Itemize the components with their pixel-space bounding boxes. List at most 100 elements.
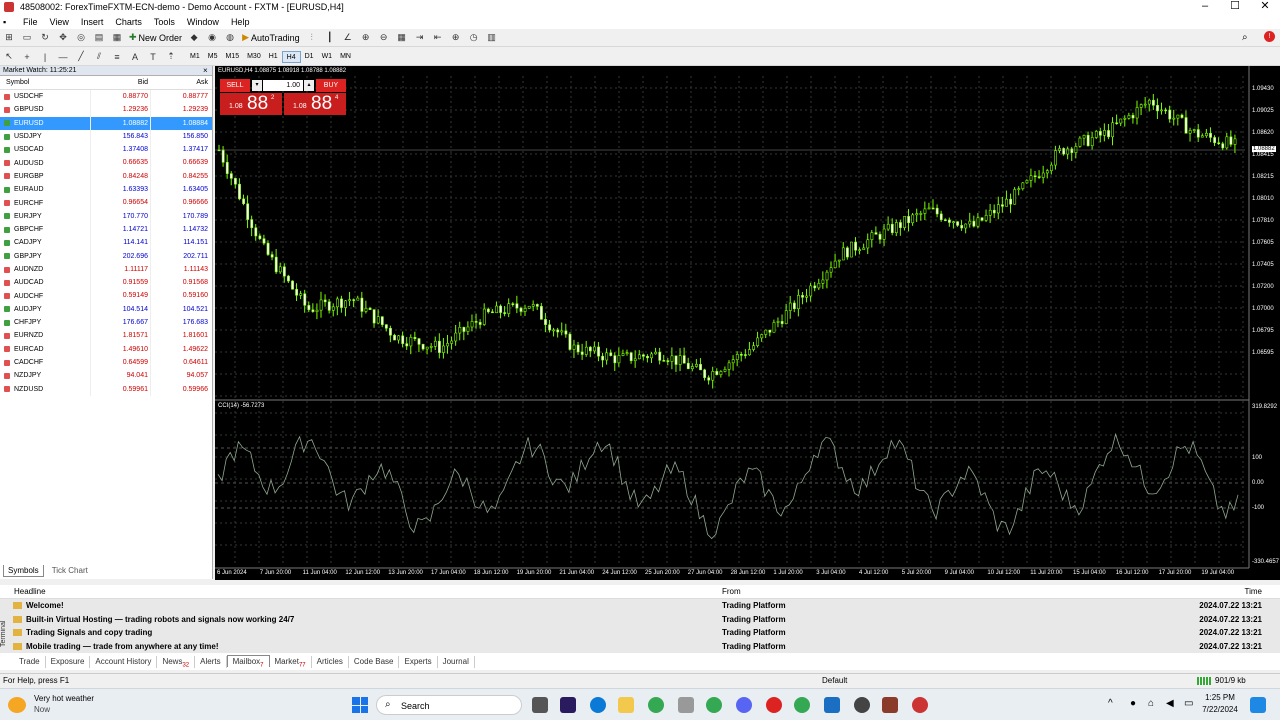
mailbox-row[interactable]: Built-in Virtual Hosting — trading robot… <box>0 612 1280 626</box>
market-watch-row[interactable]: GBPUSD 1.29236 1.29239 <box>0 103 212 117</box>
col-symbol[interactable]: Symbol <box>0 76 90 89</box>
app-icon[interactable] <box>882 697 898 713</box>
autoscroll-icon[interactable]: ⇥ <box>413 31 427 44</box>
app-icon[interactable] <box>678 697 694 713</box>
menu-file[interactable]: File <box>17 17 44 27</box>
crosshair-icon[interactable]: + <box>20 50 34 63</box>
menu-window[interactable]: Window <box>181 17 225 27</box>
tf-m15[interactable]: M15 <box>221 51 243 63</box>
cursor-icon[interactable]: ↖ <box>2 50 16 63</box>
terminal-icon[interactable]: ▤ <box>92 31 106 44</box>
tab-tick-chart[interactable]: Tick Chart <box>48 565 92 577</box>
search-icon[interactable]: ⌕ <box>1242 32 1248 43</box>
autotrading-button[interactable]: ▶ AutoTrading <box>239 31 303 45</box>
buy-price[interactable]: 1.08 88 4 <box>284 93 346 115</box>
sell-button[interactable]: SELL <box>220 79 250 92</box>
lot-up-icon[interactable]: ▴ <box>304 80 314 91</box>
horizontal-line-icon[interactable]: — <box>56 50 70 63</box>
market-watch-row[interactable]: AUDNZD 1.11117 1.11143 <box>0 262 212 277</box>
menu-view[interactable]: View <box>44 17 75 27</box>
market-watch-row[interactable]: GBPJPY 202.696 202.711 <box>0 249 212 263</box>
menu-help[interactable]: Help <box>225 17 256 27</box>
chart-window[interactable]: EURUSD,H4 1.08875 1.08918 1.08788 1.0888… <box>215 66 1280 580</box>
terminal-tab-journal[interactable]: Journal <box>438 656 475 668</box>
terminal-tab-mailbox[interactable]: Mailbox7 <box>226 655 270 669</box>
text-icon[interactable]: A <box>128 50 142 63</box>
terminal-tab-articles[interactable]: Articles <box>312 656 349 668</box>
label-icon[interactable]: T <box>146 50 160 63</box>
battery-icon[interactable]: ▭ <box>1184 698 1193 709</box>
market-watch-row[interactable]: EURJPY 170.770 170.789 <box>0 209 212 223</box>
market-watch-row[interactable]: AUDCHF 0.59149 0.59160 <box>0 289 212 303</box>
chrome-icon[interactable] <box>648 697 664 713</box>
menu-charts[interactable]: Charts <box>109 17 148 27</box>
tf-m30[interactable]: M30 <box>243 51 265 63</box>
terminal-tab-experts[interactable]: Experts <box>399 656 438 668</box>
microphone-icon[interactable]: ● <box>1130 698 1136 709</box>
vertical-line-icon[interactable]: | <box>38 50 52 63</box>
market-watch-row[interactable]: AUDUSD 0.66635 0.66639 <box>0 156 212 170</box>
notepad-icon[interactable] <box>824 697 840 713</box>
tester-icon[interactable]: ▦ <box>110 31 124 44</box>
market-watch-row[interactable]: AUDJPY 104.514 104.521 <box>0 302 212 317</box>
market-watch-row[interactable]: CHFJPY 176.667 176.683 <box>0 316 212 330</box>
close-icon[interactable]: × <box>203 66 208 75</box>
signals-icon[interactable]: ◉ <box>205 31 219 44</box>
metaeditor-icon[interactable]: ◆ <box>187 31 201 44</box>
terminal-tab-account-history[interactable]: Account History <box>90 656 158 668</box>
terminal-tab-market[interactable]: Market77 <box>270 656 312 669</box>
market-watch-row[interactable]: USDCHF 0.88770 0.88777 <box>0 90 212 104</box>
data-window-icon[interactable]: ◎ <box>74 31 88 44</box>
market-watch-row[interactable]: NZDJPY 94.041 94.057 <box>0 369 212 383</box>
tf-h4[interactable]: H4 <box>281 50 301 63</box>
mailbox-row[interactable]: Welcome! Trading Platform 2024.07.22 13:21 <box>0 599 1280 613</box>
col-time[interactable]: Time <box>1182 585 1262 598</box>
volume-icon[interactable]: ◀ <box>1166 698 1174 709</box>
indicators-icon[interactable]: ⊕ <box>449 31 463 44</box>
market-watch-row[interactable]: GBPCHF 1.14721 1.14732 <box>0 222 212 237</box>
navigator-icon[interactable]: ✥ <box>56 31 70 44</box>
minimize-icon[interactable]: – <box>1190 0 1220 14</box>
weather-title[interactable]: Very hot weather <box>34 694 94 703</box>
mailbox-row[interactable]: Trading Signals and copy trading Trading … <box>0 626 1280 640</box>
market-watch-row[interactable]: EURAUD 1.63393 1.63405 <box>0 183 212 197</box>
menu-insert[interactable]: Insert <box>75 17 110 27</box>
terminal-tab-trade[interactable]: Trade <box>14 656 46 668</box>
sell-price[interactable]: 1.08 88 2 <box>220 93 282 115</box>
line-chart-icon[interactable]: ∠ <box>341 31 355 44</box>
tf-m5[interactable]: M5 <box>204 51 222 63</box>
opera-icon[interactable] <box>766 697 782 713</box>
templates-icon[interactable]: ▥ <box>485 31 499 44</box>
market-watch-row[interactable]: AUDCAD 0.91559 0.91568 <box>0 276 212 290</box>
tab-symbols[interactable]: Symbols <box>3 565 44 577</box>
market-watch-row[interactable]: USDCAD 1.37408 1.37417 <box>0 143 212 157</box>
market-watch-row[interactable]: EURCAD 1.49610 1.49622 <box>0 342 212 356</box>
terminal-tab-exposure[interactable]: Exposure <box>46 656 91 668</box>
market-watch-row[interactable]: EURGBP 0.84248 0.84255 <box>0 169 212 184</box>
refresh-icon[interactable]: ↻ <box>38 31 52 44</box>
new-chart-icon[interactable]: ⊞ <box>2 31 16 44</box>
chevron-up-icon[interactable]: ^ <box>1108 698 1113 709</box>
tf-h1[interactable]: H1 <box>265 51 282 63</box>
chrome-icon[interactable] <box>794 697 810 713</box>
arrows-icon[interactable]: ⇡ <box>164 50 178 63</box>
tf-m1[interactable]: M1 <box>186 51 204 63</box>
col-from[interactable]: From <box>712 585 1182 598</box>
profiles-icon[interactable]: ▭ <box>20 31 34 44</box>
menu-tools[interactable]: Tools <box>148 17 181 27</box>
edge-icon[interactable] <box>590 697 606 713</box>
clock-date[interactable]: 7/22/2024 <box>1198 705 1242 714</box>
mailbox-row[interactable]: Mobile trading — trade from anywhere at … <box>0 639 1280 653</box>
terminal-tab-code-base[interactable]: Code Base <box>349 656 400 668</box>
bar-chart-icon[interactable]: ⫶ <box>305 31 319 44</box>
market-watch-row[interactable]: EURUSD 1.08882 1.08884 <box>0 116 212 130</box>
chart-shift-icon[interactable]: ⇤ <box>431 31 445 44</box>
buy-button[interactable]: BUY <box>316 79 346 92</box>
close-icon[interactable]: ✕ <box>1250 0 1280 14</box>
clock-time[interactable]: 1:25 PM <box>1200 693 1240 702</box>
col-headline[interactable]: Headline <box>0 585 712 598</box>
tf-w1[interactable]: W1 <box>318 51 337 63</box>
market-watch-row[interactable]: EURNZD 1.81571 1.81601 <box>0 329 212 343</box>
tile-icon[interactable]: ▦ <box>395 31 409 44</box>
market-watch-row[interactable]: CADCHF 0.64599 0.64611 <box>0 355 212 370</box>
